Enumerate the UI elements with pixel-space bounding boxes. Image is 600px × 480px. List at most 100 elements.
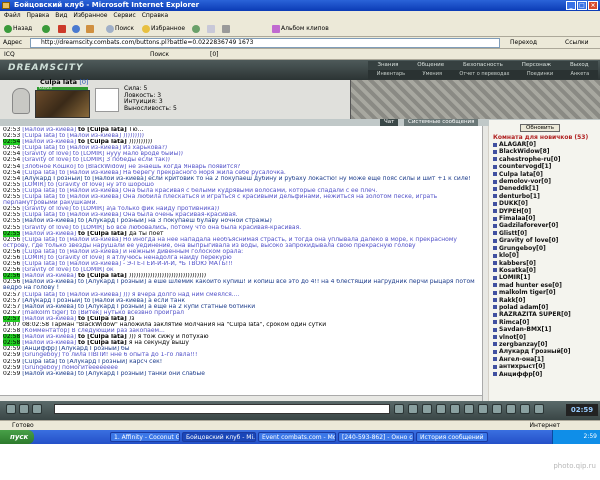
private-message-icon[interactable] bbox=[493, 142, 497, 147]
minimize-icon[interactable]: _ bbox=[566, 1, 576, 10]
private-message-icon[interactable] bbox=[493, 283, 497, 288]
color-icon[interactable] bbox=[450, 404, 460, 414]
user-list-item[interactable]: Rimca[0] bbox=[493, 319, 599, 326]
send-icon[interactable] bbox=[394, 404, 404, 414]
user-list-item[interactable]: Gravity of love[0] bbox=[493, 237, 599, 244]
user-list-item[interactable]: Gadzilaforever[0] bbox=[493, 222, 599, 229]
forward-icon[interactable] bbox=[40, 24, 53, 34]
private-message-icon[interactable] bbox=[493, 305, 497, 310]
close-icon[interactable]: × bbox=[588, 1, 598, 10]
private-message-icon[interactable] bbox=[493, 253, 497, 258]
filter-icon[interactable] bbox=[32, 404, 42, 414]
user-list-item[interactable]: klo[0] bbox=[493, 252, 599, 259]
private-message-icon[interactable] bbox=[493, 172, 497, 177]
tab-chat[interactable]: Чат bbox=[380, 119, 399, 126]
task-event[interactable]: Event combats.com - Mo... bbox=[258, 432, 336, 442]
translit-icon[interactable] bbox=[422, 404, 432, 414]
user-list-item[interactable]: RAZRAZITA SUPER[0] bbox=[493, 311, 599, 318]
menu-edit[interactable]: Правка bbox=[27, 12, 50, 19]
private-message-icon[interactable] bbox=[493, 238, 497, 243]
menu-view[interactable]: Вид bbox=[55, 12, 67, 19]
go-button[interactable]: Переход bbox=[510, 37, 537, 49]
chat-timestamp[interactable]: 02:59 bbox=[3, 371, 20, 377]
nav-skills[interactable]: Умения bbox=[423, 70, 442, 79]
nav-chat[interactable]: Общение bbox=[417, 61, 444, 70]
private-message-icon[interactable] bbox=[493, 223, 497, 228]
private-message-icon[interactable] bbox=[493, 261, 497, 265]
character-name[interactable]: Culpa lata [0] bbox=[40, 78, 89, 86]
user-list-item[interactable]: malkolm tiger[0] bbox=[493, 289, 599, 296]
private-message-icon[interactable] bbox=[493, 209, 497, 214]
user-list-item[interactable]: Grungeboy[0] bbox=[493, 245, 599, 252]
task-affinity[interactable]: 1. Affinity - Coconut Gr... bbox=[110, 432, 180, 442]
private-message-icon[interactable] bbox=[493, 357, 497, 362]
search-button[interactable]: Поиск bbox=[104, 24, 136, 34]
helmet-icon[interactable] bbox=[12, 88, 30, 114]
nav-exit[interactable]: Выход bbox=[570, 61, 589, 70]
user-list-item[interactable]: Алукард Грозный[0] bbox=[493, 348, 599, 355]
nav-inventory[interactable]: Инвентарь bbox=[377, 70, 405, 79]
menu-tools[interactable]: Сервис bbox=[113, 12, 135, 19]
sound-icon[interactable] bbox=[436, 404, 446, 414]
private-message-icon[interactable] bbox=[493, 231, 497, 236]
private-message-icon[interactable] bbox=[493, 246, 497, 251]
private-message-icon[interactable] bbox=[493, 342, 497, 347]
user-list-item[interactable]: Savdan-BMX[1] bbox=[493, 326, 599, 333]
user-list-item[interactable]: ALAGAR[0] bbox=[493, 141, 599, 148]
info-icon[interactable] bbox=[492, 404, 502, 414]
menu-favorites[interactable]: Избранное bbox=[73, 12, 107, 19]
user-list-item[interactable]: polad adam[0] bbox=[493, 304, 599, 311]
user-list-item[interactable]: Culpa lata[0] bbox=[493, 171, 599, 178]
user-list-item[interactable]: Fimalaa[0] bbox=[493, 215, 599, 222]
private-message-icon[interactable] bbox=[493, 157, 497, 162]
stop-icon[interactable] bbox=[56, 24, 69, 34]
location-map[interactable] bbox=[350, 80, 600, 120]
map-icon[interactable] bbox=[506, 404, 516, 414]
user-list-item[interactable]: BlackWidow[8] bbox=[493, 148, 599, 155]
private-message-icon[interactable] bbox=[493, 149, 497, 154]
history-icon[interactable] bbox=[190, 24, 203, 34]
private-message-icon[interactable] bbox=[493, 372, 497, 377]
help-icon[interactable] bbox=[520, 404, 530, 414]
task-chat-window[interactable]: [240-593-862] - Окно со... bbox=[338, 432, 414, 442]
print-icon[interactable] bbox=[220, 24, 233, 34]
task-history[interactable]: История сообщений bbox=[416, 432, 488, 442]
message-input[interactable] bbox=[54, 404, 390, 414]
refresh-button[interactable]: Обновить bbox=[520, 124, 560, 132]
private-message-icon[interactable] bbox=[493, 298, 497, 303]
private-message-icon[interactable] bbox=[493, 290, 497, 295]
private-message-icon[interactable] bbox=[493, 335, 497, 340]
user-list-item[interactable]: vlnot[0] bbox=[493, 334, 599, 341]
nav-profile[interactable]: Анкета bbox=[570, 70, 589, 79]
user-list-item[interactable]: mad hunter ese[0] bbox=[493, 282, 599, 289]
private-message-icon[interactable] bbox=[493, 194, 497, 199]
user-list-item[interactable]: Ангел-она[1] bbox=[493, 356, 599, 363]
private-message-icon[interactable] bbox=[493, 179, 497, 184]
private-message-icon[interactable] bbox=[493, 275, 497, 280]
start-button[interactable]: пуск bbox=[0, 430, 34, 444]
smiley-icon[interactable] bbox=[6, 404, 16, 414]
user-list-item[interactable]: Glistt[0] bbox=[493, 230, 599, 237]
user-list-item[interactable]: countervogd[1] bbox=[493, 163, 599, 170]
private-message-icon[interactable] bbox=[493, 320, 497, 325]
settings-icon[interactable] bbox=[464, 404, 474, 414]
chat-scrollbar[interactable] bbox=[482, 126, 488, 401]
mail-icon[interactable] bbox=[205, 24, 218, 34]
maximize-icon[interactable]: □ bbox=[577, 1, 587, 10]
private-message-icon[interactable] bbox=[493, 349, 497, 354]
list-icon[interactable] bbox=[478, 404, 488, 414]
user-list-item[interactable]: Rakk[0] bbox=[493, 297, 599, 304]
user-list-item[interactable]: антихрыст[0] bbox=[493, 363, 599, 370]
nav-knowledge[interactable]: Знания bbox=[377, 61, 398, 70]
private-message-icon[interactable] bbox=[493, 268, 497, 273]
avatar[interactable] bbox=[95, 88, 119, 112]
user-list-item[interactable]: cahestrophe-ru[0] bbox=[493, 156, 599, 163]
user-list-item[interactable]: Kosatka[0] bbox=[493, 267, 599, 274]
back-button[interactable]: Назад bbox=[2, 24, 34, 34]
private-message-icon[interactable] bbox=[493, 164, 497, 169]
private-message-icon[interactable] bbox=[493, 364, 497, 369]
address-input[interactable]: http://dreamscity.combats.com/buttons.pl… bbox=[30, 38, 500, 48]
private-icon[interactable] bbox=[19, 404, 29, 414]
refresh-icon[interactable] bbox=[70, 24, 83, 34]
nav-transfers[interactable]: Отчет о переводах bbox=[459, 70, 509, 79]
